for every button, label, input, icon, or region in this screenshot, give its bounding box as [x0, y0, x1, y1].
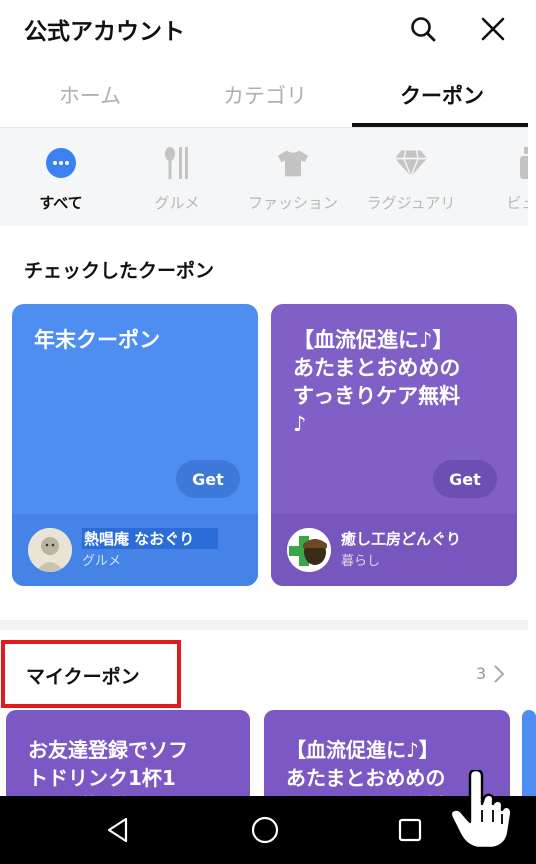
home-button[interactable] — [245, 810, 285, 850]
coupon-title: 【血流促進に♪】 あたまとおめめの すっきりケア無料 ♪ — [293, 328, 461, 436]
recent-apps-button[interactable] — [390, 810, 430, 850]
checked-coupons-title: チェックしたクーポン — [24, 260, 215, 282]
avatar — [287, 528, 331, 572]
shop-info[interactable]: 癒し工房どんぐり 暮らし — [271, 514, 517, 586]
coupon-title: 年末クーポン — [34, 328, 160, 352]
close-button[interactable] — [476, 12, 510, 46]
category-label: ファッション — [248, 194, 339, 212]
avatar — [28, 528, 72, 572]
page-title: 公式アカウント — [24, 19, 185, 45]
home-circle-icon — [251, 816, 279, 844]
category-label: ラグジュアリ — [366, 194, 456, 212]
fork-knife-icon — [160, 146, 194, 180]
chevron-right-icon[interactable] — [492, 664, 506, 688]
category-gourmet[interactable]: グルメ — [132, 146, 222, 213]
category-label: すべて — [39, 194, 83, 212]
get-button[interactable]: Get — [433, 460, 497, 498]
shop-category: グルメ — [82, 554, 122, 569]
back-button[interactable] — [98, 810, 138, 850]
back-triangle-icon — [107, 817, 128, 843]
shirt-icon — [276, 146, 310, 180]
active-tab-indicator — [352, 123, 528, 127]
bottle-icon — [512, 146, 528, 180]
section-divider — [0, 620, 528, 630]
category-label: グルメ — [154, 194, 200, 212]
app-header: 公式アカウント — [0, 0, 528, 62]
tab-category[interactable]: カテゴリ — [221, 80, 309, 110]
tab-home[interactable]: ホーム — [56, 80, 124, 110]
shop-name: 熱唱庵 なおぐり — [82, 528, 219, 549]
my-coupons-count[interactable]: 3 — [476, 664, 486, 683]
category-fashion[interactable]: ファッション — [248, 146, 338, 213]
search-icon — [411, 17, 436, 42]
category-label: ビュー — [506, 194, 528, 212]
category-luxury[interactable]: ラグジュアリ — [366, 146, 456, 213]
shop-info[interactable]: 熱唱庵 なおぐり グルメ — [12, 514, 258, 586]
shop-category: 暮らし — [341, 554, 381, 569]
diamond-icon — [394, 146, 428, 180]
square-icon — [398, 818, 422, 842]
shop-name: 癒し工房どんぐり — [341, 530, 462, 548]
coupon-card[interactable]: 年末クーポン Get 熱唱庵 なおぐり グルメ — [12, 304, 258, 586]
close-icon — [481, 17, 505, 41]
my-coupons-title[interactable]: マイクーポン — [26, 662, 140, 689]
category-bar: すべて グルメ ファッション ラグジュアリ ビ — [0, 128, 528, 226]
category-all[interactable]: すべて — [16, 146, 106, 213]
tab-coupon[interactable]: クーポン — [396, 80, 488, 110]
coupon-card[interactable]: 【血流促進に♪】 あたまとおめめの すっきりケア無料 ♪ Get 癒し工房どんぐ… — [271, 304, 517, 586]
pointing-hand-icon — [448, 768, 518, 850]
more-dots-icon — [44, 146, 78, 180]
search-button[interactable] — [406, 12, 440, 46]
category-beauty[interactable]: ビュー — [484, 146, 528, 213]
get-button[interactable]: Get — [176, 460, 240, 498]
tab-bar: ホーム カテゴリ クーポン — [0, 70, 528, 128]
